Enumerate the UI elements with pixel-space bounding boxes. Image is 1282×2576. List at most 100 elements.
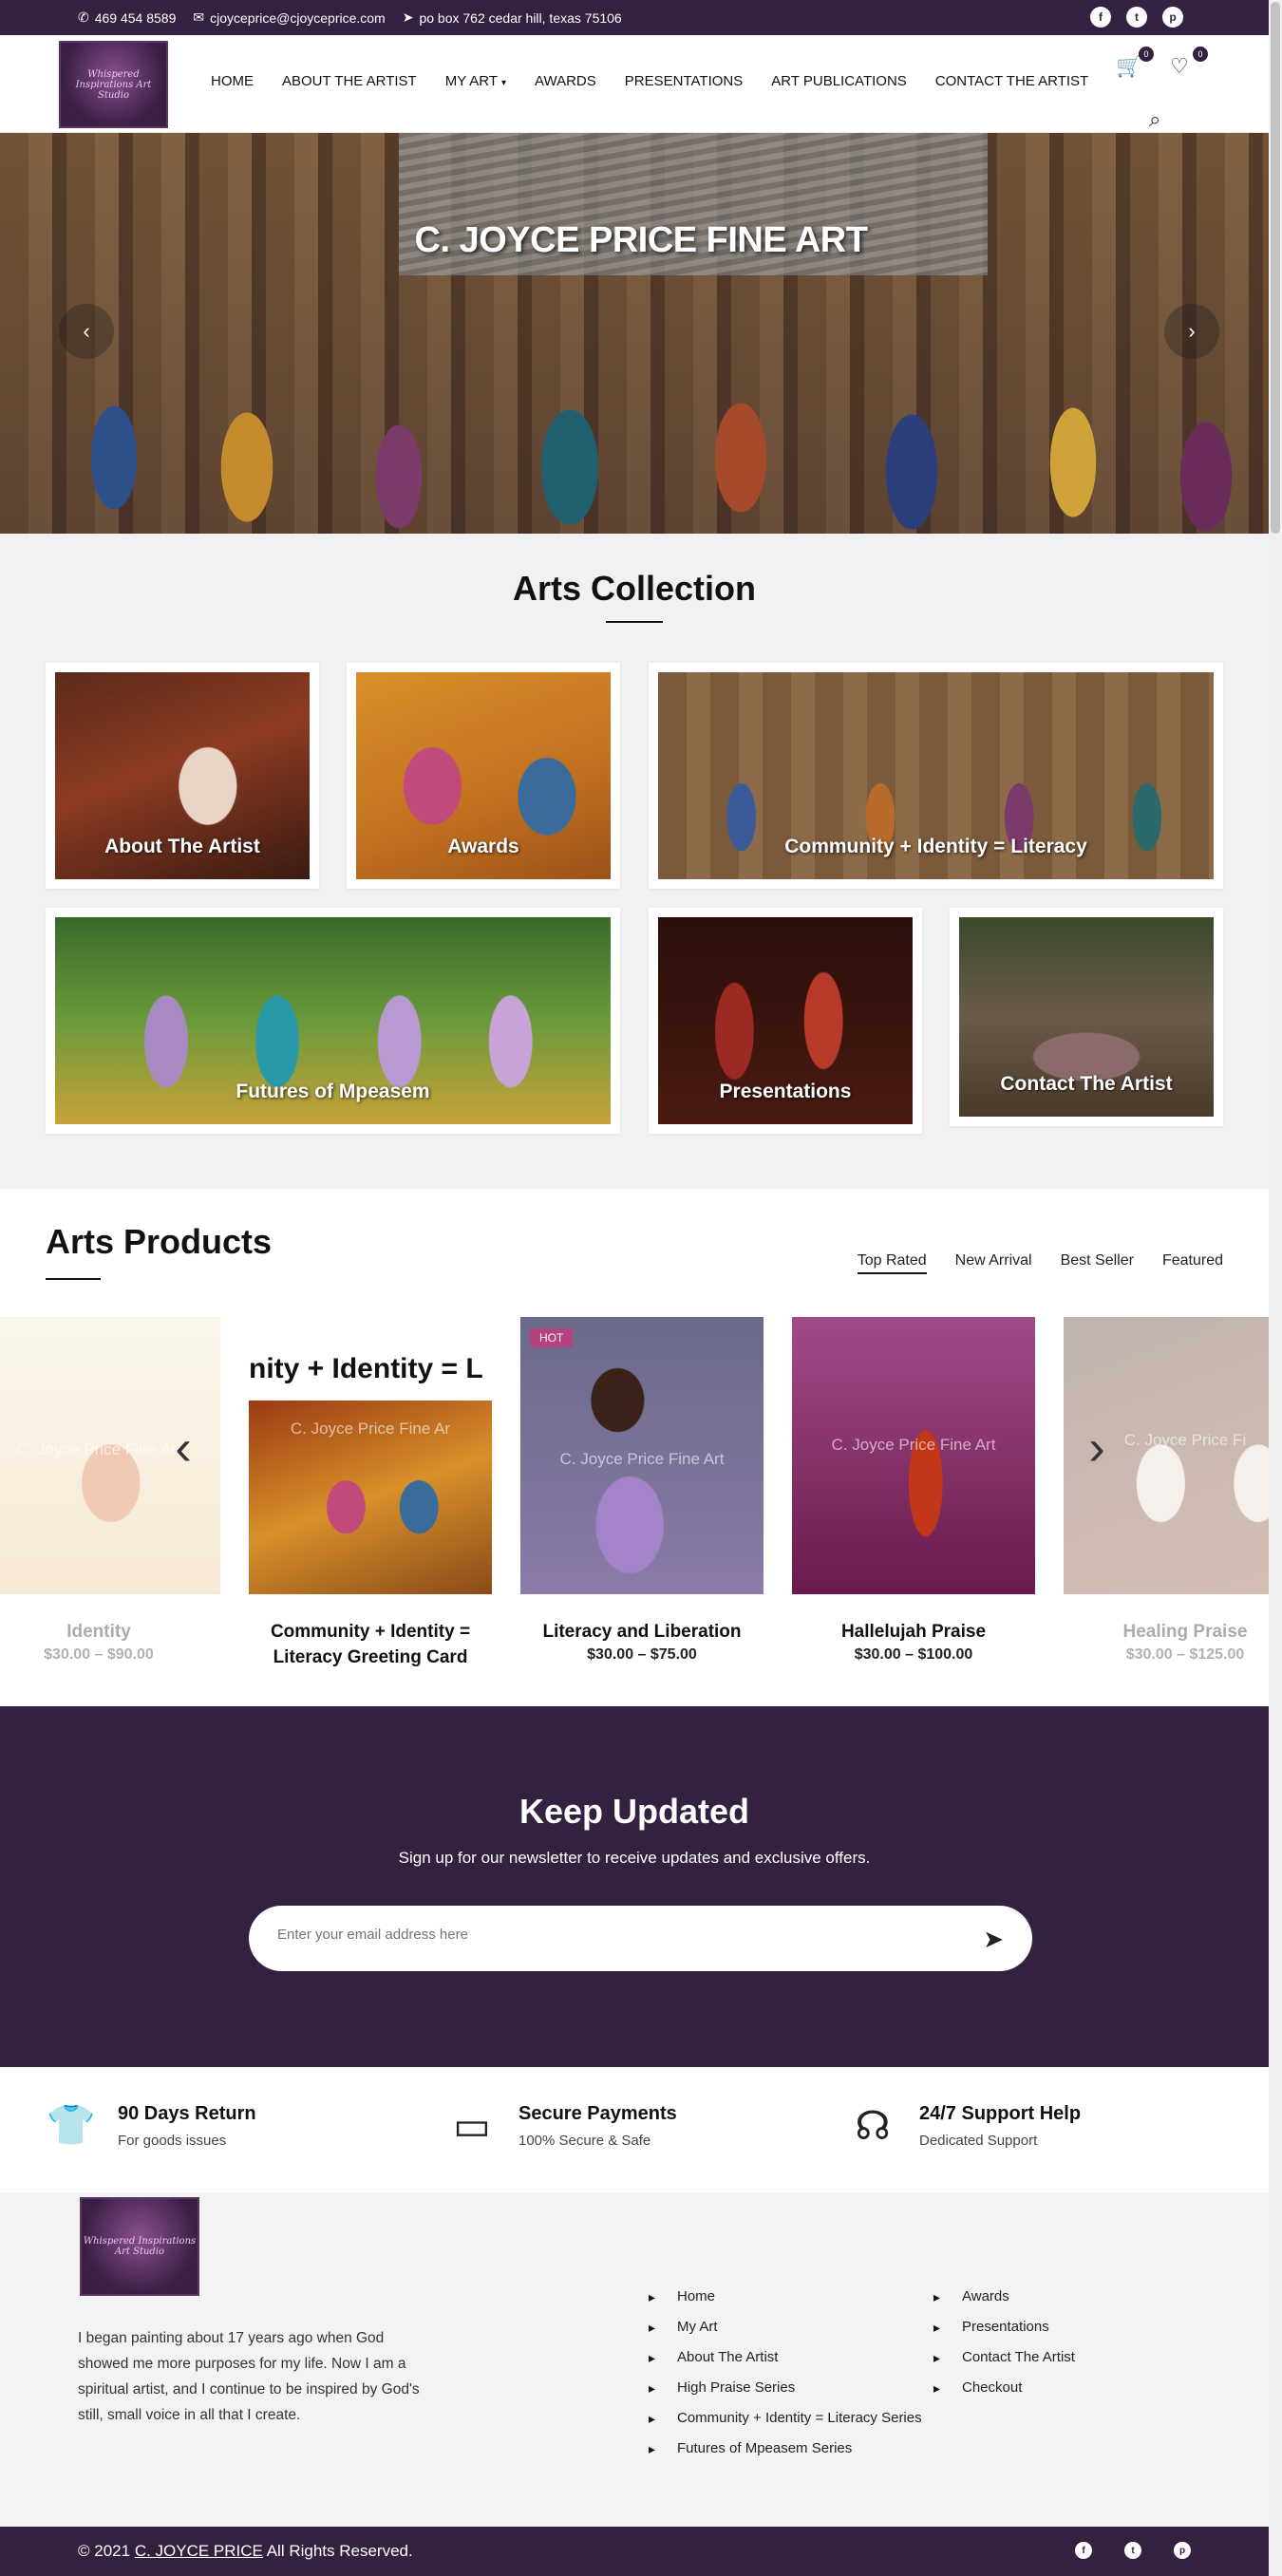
chevron-down-icon: ▾: [501, 78, 507, 88]
nav-art-publications[interactable]: ART PUBLICATIONS: [771, 73, 907, 89]
footer-link[interactable]: High Praise Series: [649, 2379, 924, 2397]
hero-title: C. JOYCE PRICE FINE ART: [414, 220, 868, 260]
product-image: C. Joyce Price Fine Art: [792, 1317, 1035, 1594]
newsletter-section: Keep Updated Sign up for our newsletter …: [0, 1706, 1269, 2067]
product-price: $30.00 – $100.00: [854, 1646, 973, 1663]
twitter-icon[interactable]: t: [1124, 2542, 1141, 2559]
products-prev-button[interactable]: ‹: [169, 1420, 198, 1476]
tab-new-arrival[interactable]: New Arrival: [955, 1252, 1032, 1274]
site-logo[interactable]: Whispered Inspirations Art Studio: [59, 41, 168, 128]
product-card[interactable]: HOT C. Joyce Price Fine Art Literacy and…: [520, 1317, 764, 1664]
address-text: po box 762 cedar hill, texas 75106: [419, 9, 622, 26]
email-input[interactable]: [277, 1927, 923, 1943]
collection-title: Arts Collection: [512, 569, 757, 608]
footer-links-col1: Home My Art About The Artist High Praise…: [649, 2287, 924, 2470]
footer-logo[interactable]: Whispered Inspirations Art Studio: [80, 2197, 199, 2296]
products-title: Arts Products: [46, 1222, 273, 1261]
product-card[interactable]: C. Joyce Price Fi Healing Praise $30.00 …: [1064, 1317, 1282, 1664]
top-social: f t p: [1090, 7, 1183, 28]
tshirt-icon: 👕: [46, 2101, 97, 2147]
product-name[interactable]: Identity: [0, 1619, 220, 1645]
chevron-left-icon: ‹: [83, 319, 90, 343]
pinterest-icon[interactable]: p: [1174, 2542, 1191, 2559]
copyright-prefix: © 2021: [78, 2542, 131, 2560]
footer-link[interactable]: Community + Identity = Literacy Series: [649, 2409, 924, 2428]
facebook-icon[interactable]: f: [1090, 7, 1111, 28]
phone-text: 469 454 8589: [94, 9, 177, 26]
product-price: $30.00 – $90.00: [44, 1646, 154, 1663]
address-item: ➤ po box 762 cedar hill, texas 75106: [403, 9, 622, 26]
product-card[interactable]: C. Joyce Price Fine Art Hallelujah Prais…: [792, 1317, 1035, 1664]
nav-contact-the-artist[interactable]: CONTACT THE ARTIST: [935, 73, 1088, 89]
scrollbar-thumb[interactable]: [1271, 2, 1280, 534]
collection-card-label: Presentations: [719, 1081, 852, 1102]
nav-home[interactable]: HOME: [211, 73, 254, 89]
headset-icon: ☊: [855, 2102, 891, 2148]
features-strip: 👕 90 Days Return For goods issues ▭ Secur…: [0, 2067, 1269, 2192]
collection-card-futures[interactable]: Futures of Mpeasem: [46, 908, 620, 1134]
feature-subtitle: Dedicated Support: [919, 2133, 1038, 2149]
facebook-icon[interactable]: f: [1075, 2542, 1092, 2559]
copyright: © 2021 C. JOYCE PRICE All Rights Reserve…: [78, 2542, 413, 2561]
product-name[interactable]: Hallelujah Praise: [792, 1619, 1035, 1645]
cart-button[interactable]: 🛒 0: [1116, 47, 1154, 83]
collection-card-community[interactable]: Community + Identity = Literacy: [649, 663, 1223, 889]
hero-painting-crowd: [0, 315, 1269, 534]
footer-link[interactable]: Checkout: [933, 2379, 1180, 2397]
phone-item[interactable]: ✆ 469 454 8589: [78, 9, 176, 26]
product-watermark: C. Joyce Price Fine Ar: [290, 1420, 451, 1438]
copyright-link[interactable]: C. JOYCE PRICE: [135, 2542, 263, 2560]
tab-best-seller[interactable]: Best Seller: [1061, 1252, 1134, 1274]
hero-next-button[interactable]: ›: [1164, 304, 1219, 359]
send-button[interactable]: ➤: [983, 1925, 1004, 1954]
page-scrollbar[interactable]: [1269, 0, 1282, 2576]
feature-payments: ▭ Secure Payments 100% Secure & Safe: [446, 2099, 677, 2151]
collection-card-contact[interactable]: Contact The Artist: [950, 908, 1223, 1126]
tab-featured[interactable]: Featured: [1162, 1252, 1223, 1274]
tab-top-rated[interactable]: Top Rated: [857, 1252, 927, 1274]
feature-return: 👕 90 Days Return For goods issues: [46, 2099, 256, 2151]
pinterest-icon[interactable]: p: [1162, 7, 1183, 28]
hot-badge: HOT: [530, 1328, 574, 1347]
product-card[interactable]: C. Joyce Price Fine Art Identity $30.00 …: [0, 1317, 220, 1664]
nav-presentations[interactable]: PRESENTATIONS: [625, 73, 743, 89]
product-name[interactable]: Healing Praise: [1064, 1619, 1282, 1645]
wishlist-button[interactable]: ♡ 0: [1170, 47, 1208, 83]
feature-subtitle: 100% Secure & Safe: [518, 2133, 651, 2149]
nav-my-art[interactable]: MY ART ▾: [445, 73, 506, 89]
arts-collection-section: Arts Collection About The Artist Awards …: [0, 534, 1269, 1189]
footer-link[interactable]: Presentations: [933, 2318, 1180, 2337]
hero-prev-button[interactable]: ‹: [59, 304, 114, 359]
main-nav: HOME ABOUT THE ARTIST MY ART ▾ AWARDS PRE…: [211, 73, 1088, 89]
product-name[interactable]: Community + Identity = Literacy Greeting…: [249, 1619, 492, 1670]
search-button[interactable]: ⌕: [1149, 107, 1178, 136]
email-item[interactable]: ✉ cjoyceprice@cjoyceprice.com: [193, 9, 385, 26]
product-name[interactable]: Literacy and Liberation: [520, 1619, 764, 1645]
collection-card-about[interactable]: About The Artist: [46, 663, 319, 889]
nav-about-the-artist[interactable]: ABOUT THE ARTIST: [282, 73, 417, 89]
nav-awards[interactable]: AWARDS: [535, 73, 596, 89]
product-card[interactable]: nity + Identity = L C. Joyce Price Fine …: [249, 1317, 492, 1670]
footer-link[interactable]: My Art: [649, 2318, 924, 2337]
products-next-button[interactable]: ›: [1083, 1420, 1111, 1476]
collection-card-presentations[interactable]: Presentations: [649, 908, 922, 1134]
collection-card-awards[interactable]: Awards: [347, 663, 620, 889]
paper-plane-icon: ➤: [983, 1925, 1004, 1953]
product-price: $30.00 – $75.00: [587, 1646, 697, 1663]
hero-slider: [0, 133, 1269, 534]
footer-link[interactable]: Contact The Artist: [933, 2348, 1180, 2367]
footer-link[interactable]: About The Artist: [649, 2348, 924, 2367]
product-price: $30.00 – $125.00: [1125, 1646, 1245, 1663]
heart-icon: ♡: [1170, 54, 1189, 78]
cart-icon: 🛒: [1116, 54, 1142, 78]
twitter-icon[interactable]: t: [1126, 7, 1147, 28]
collection-image-futures: Futures of Mpeasem: [55, 917, 611, 1124]
newsletter-title: Keep Updated: [518, 1792, 750, 1831]
footer-link[interactable]: Home: [649, 2287, 924, 2306]
footer-link[interactable]: Awards: [933, 2287, 1180, 2306]
footer-link[interactable]: Futures of Mpeasem Series: [649, 2439, 924, 2458]
collection-card-label: Futures of Mpeasem: [236, 1081, 430, 1102]
chevron-left-icon: ‹: [175, 1420, 192, 1476]
wishlist-count-badge: 0: [1193, 47, 1208, 62]
collection-card-label: Community + Identity = Literacy: [784, 836, 1087, 857]
